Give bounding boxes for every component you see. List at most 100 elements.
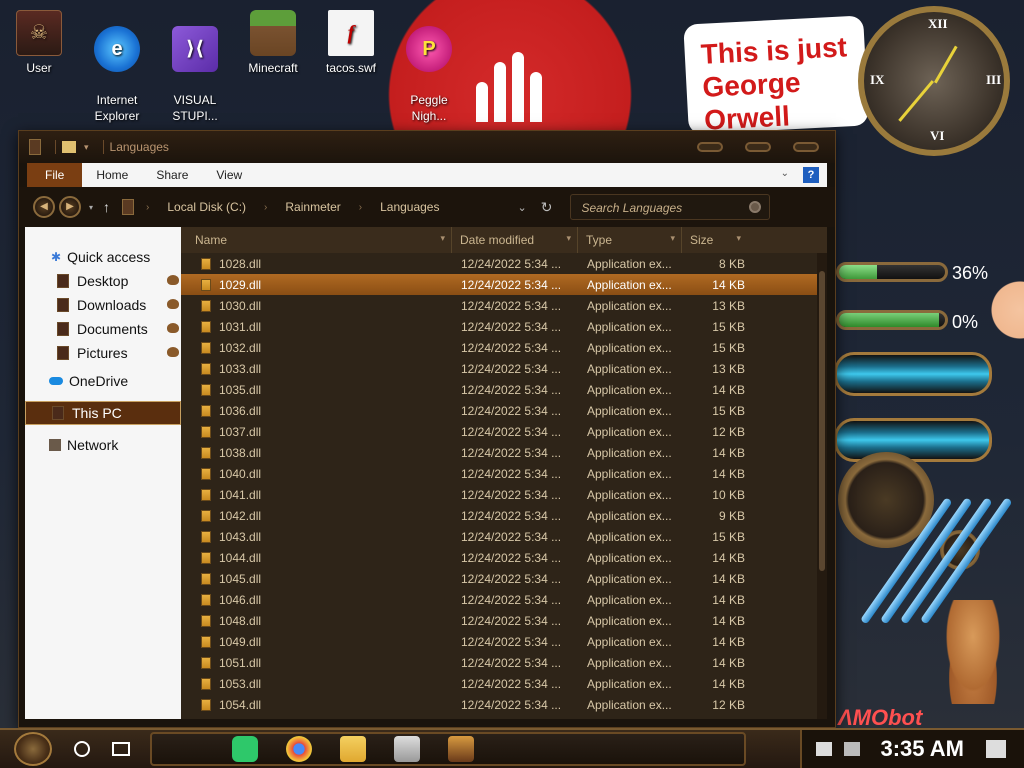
file-size: 12 KB	[712, 424, 745, 439]
file-date: 12/24/2022 5:34 ...	[461, 529, 562, 544]
search-icon[interactable]	[749, 201, 762, 213]
breadcrumb-rainmeter[interactable]: Rainmeter	[285, 200, 340, 214]
forward-button[interactable]: ▶	[59, 196, 81, 218]
chevron-right-icon[interactable]: ›	[264, 202, 267, 213]
file-row[interactable]: 1032.dll 12/24/2022 5:34 ... Application e…	[181, 337, 827, 358]
chevron-right-icon[interactable]: ›	[146, 202, 149, 213]
ribbon-tabs: File Home Share View ⌄ ?	[27, 163, 827, 187]
column-header-date[interactable]: Date modified ▾	[451, 227, 577, 253]
file-row[interactable]: 1040.dll 12/24/2022 5:34 ... Application e…	[181, 463, 827, 484]
help-button[interactable]: ?	[803, 167, 819, 183]
tab-home[interactable]: Home	[82, 163, 142, 187]
file-row[interactable]: 1043.dll 12/24/2022 5:34 ... Application e…	[181, 526, 827, 547]
file-row[interactable]: 1045.dll 12/24/2022 5:34 ... Application e…	[181, 568, 827, 589]
desktop-icon-internet-explorer[interactable]: e Internet Explorer	[80, 4, 154, 140]
file-size: 13 KB	[712, 298, 745, 313]
file-row[interactable]: 1035.dll 12/24/2022 5:34 ... Application e…	[181, 379, 827, 400]
file-name: 1031.dll	[219, 319, 262, 334]
column-header-size[interactable]: Size ▾	[681, 227, 747, 253]
file-row[interactable]: 1041.dll 12/24/2022 5:34 ... Application e…	[181, 484, 827, 505]
chrome-icon[interactable]	[286, 736, 312, 762]
clock-time[interactable]: 3:35 AM	[880, 736, 964, 762]
nav-pictures[interactable]: Pictures	[25, 341, 181, 365]
desktop-icon-peggle[interactable]: P Peggle Nigh...	[392, 4, 466, 140]
notification-icon[interactable]	[986, 740, 1006, 758]
file-type: Application ex...	[587, 634, 672, 649]
nav-label: This PC	[72, 405, 122, 421]
chevron-down-icon[interactable]: ⌄	[781, 163, 789, 187]
file-row[interactable]: 1042.dll 12/24/2022 5:34 ... Application e…	[181, 505, 827, 526]
breadcrumb-local-disk[interactable]: Local Disk (C:)	[167, 200, 246, 214]
file-explorer-icon[interactable]	[340, 736, 366, 762]
file-size: 15 KB	[712, 319, 745, 334]
file-type: Application ex...	[587, 508, 672, 523]
chat-app-icon[interactable]	[232, 736, 258, 762]
vertical-scrollbar[interactable]	[817, 253, 827, 719]
file-row[interactable]: 1038.dll 12/24/2022 5:34 ... Application e…	[181, 442, 827, 463]
minimize-button[interactable]	[697, 142, 723, 152]
up-arrow-icon[interactable]: ↑	[103, 199, 110, 215]
desktop-icon-visual-studio[interactable]: ⟩⟨ VISUAL STUPI...	[158, 4, 232, 140]
column-header-name[interactable]: Name ▾	[181, 227, 451, 253]
file-row[interactable]: 1044.dll 12/24/2022 5:34 ... Application e…	[181, 547, 827, 568]
tab-file[interactable]: File	[27, 163, 83, 187]
nav-network[interactable]: Network	[25, 433, 181, 457]
chevron-down-icon[interactable]: ▾	[84, 142, 89, 153]
nav-documents[interactable]: Documents	[25, 317, 181, 341]
chevron-down-icon[interactable]: ▾	[89, 203, 93, 212]
nav-quick-access[interactable]: ✱ Quick access	[25, 245, 181, 269]
edge-icon: e	[94, 26, 140, 72]
start-button[interactable]	[14, 732, 52, 766]
pictures-folder-icon	[57, 346, 69, 360]
search-input[interactable]: Search Languages	[570, 194, 771, 220]
game-app-icon[interactable]	[448, 736, 474, 762]
file-name: 1029.dll	[219, 277, 262, 292]
desktop-icon-user[interactable]: ☠ User	[2, 4, 76, 76]
nav-desktop[interactable]: Desktop	[25, 269, 181, 293]
task-view-icon[interactable]	[112, 742, 130, 756]
file-name: 1045.dll	[219, 571, 262, 586]
file-row[interactable]: 1054.dll 12/24/2022 5:34 ... Application e…	[181, 694, 827, 715]
window-titlebar[interactable]: ▾ Languages	[19, 131, 835, 163]
cpu-gauge	[836, 262, 948, 282]
chevron-right-icon[interactable]: ›	[359, 202, 362, 213]
tab-view[interactable]: View	[202, 163, 256, 187]
nav-onedrive[interactable]: OneDrive	[25, 369, 181, 393]
desktop-icon-tacos-swf[interactable]: f tacos.swf	[314, 4, 388, 76]
file-row[interactable]: 1033.dll 12/24/2022 5:34 ... Application e…	[181, 358, 827, 379]
file-name: 1030.dll	[219, 298, 262, 313]
file-row[interactable]: 1028.dll 12/24/2022 5:34 ... Application e…	[181, 253, 827, 274]
file-row[interactable]: 1037.dll 12/24/2022 5:34 ... Application e…	[181, 421, 827, 442]
file-row[interactable]: 1031.dll 12/24/2022 5:34 ... Application e…	[181, 316, 827, 337]
close-button[interactable]	[793, 142, 819, 152]
system-monitor-icon[interactable]	[394, 736, 420, 762]
column-header-type[interactable]: Type ▾	[577, 227, 681, 253]
file-row[interactable]: 1036.dll 12/24/2022 5:34 ... Application e…	[181, 400, 827, 421]
nav-label: Desktop	[77, 273, 129, 289]
volume-muted-icon[interactable]	[844, 742, 861, 756]
file-row[interactable]: 1049.dll 12/24/2022 5:34 ... Application e…	[181, 631, 827, 652]
tab-share[interactable]: Share	[142, 163, 202, 187]
system-tray: 3:35 AM	[800, 730, 1024, 768]
desktop-icon-label: User	[26, 61, 52, 75]
file-row[interactable]: 1029.dll 12/24/2022 5:34 ... Application e…	[181, 274, 827, 295]
file-size: 14 KB	[712, 445, 745, 460]
file-date: 12/24/2022 5:34 ...	[461, 382, 562, 397]
search-circle-icon[interactable]	[74, 741, 90, 757]
nav-this-pc[interactable]: This PC	[25, 401, 181, 425]
file-date: 12/24/2022 5:34 ...	[461, 361, 562, 376]
refresh-icon[interactable]: ↻	[541, 199, 553, 216]
maximize-button[interactable]	[745, 142, 771, 152]
file-row[interactable]: 1048.dll 12/24/2022 5:34 ... Application e…	[181, 610, 827, 631]
breadcrumb-languages[interactable]: Languages	[380, 200, 439, 214]
network-icon[interactable]	[816, 742, 833, 756]
chevron-down-icon[interactable]: ⌄	[517, 201, 526, 214]
file-row[interactable]: 1053.dll 12/24/2022 5:34 ... Application e…	[181, 673, 827, 694]
file-row[interactable]: 1030.dll 12/24/2022 5:34 ... Application e…	[181, 295, 827, 316]
desktop-icon-minecraft[interactable]: Minecraft	[236, 4, 310, 76]
file-row[interactable]: 1051.dll 12/24/2022 5:34 ... Application e…	[181, 652, 827, 673]
file-size: 14 KB	[712, 277, 745, 292]
file-row[interactable]: 1046.dll 12/24/2022 5:34 ... Application e…	[181, 589, 827, 610]
nav-downloads[interactable]: Downloads	[25, 293, 181, 317]
back-button[interactable]: ◀	[33, 196, 55, 218]
